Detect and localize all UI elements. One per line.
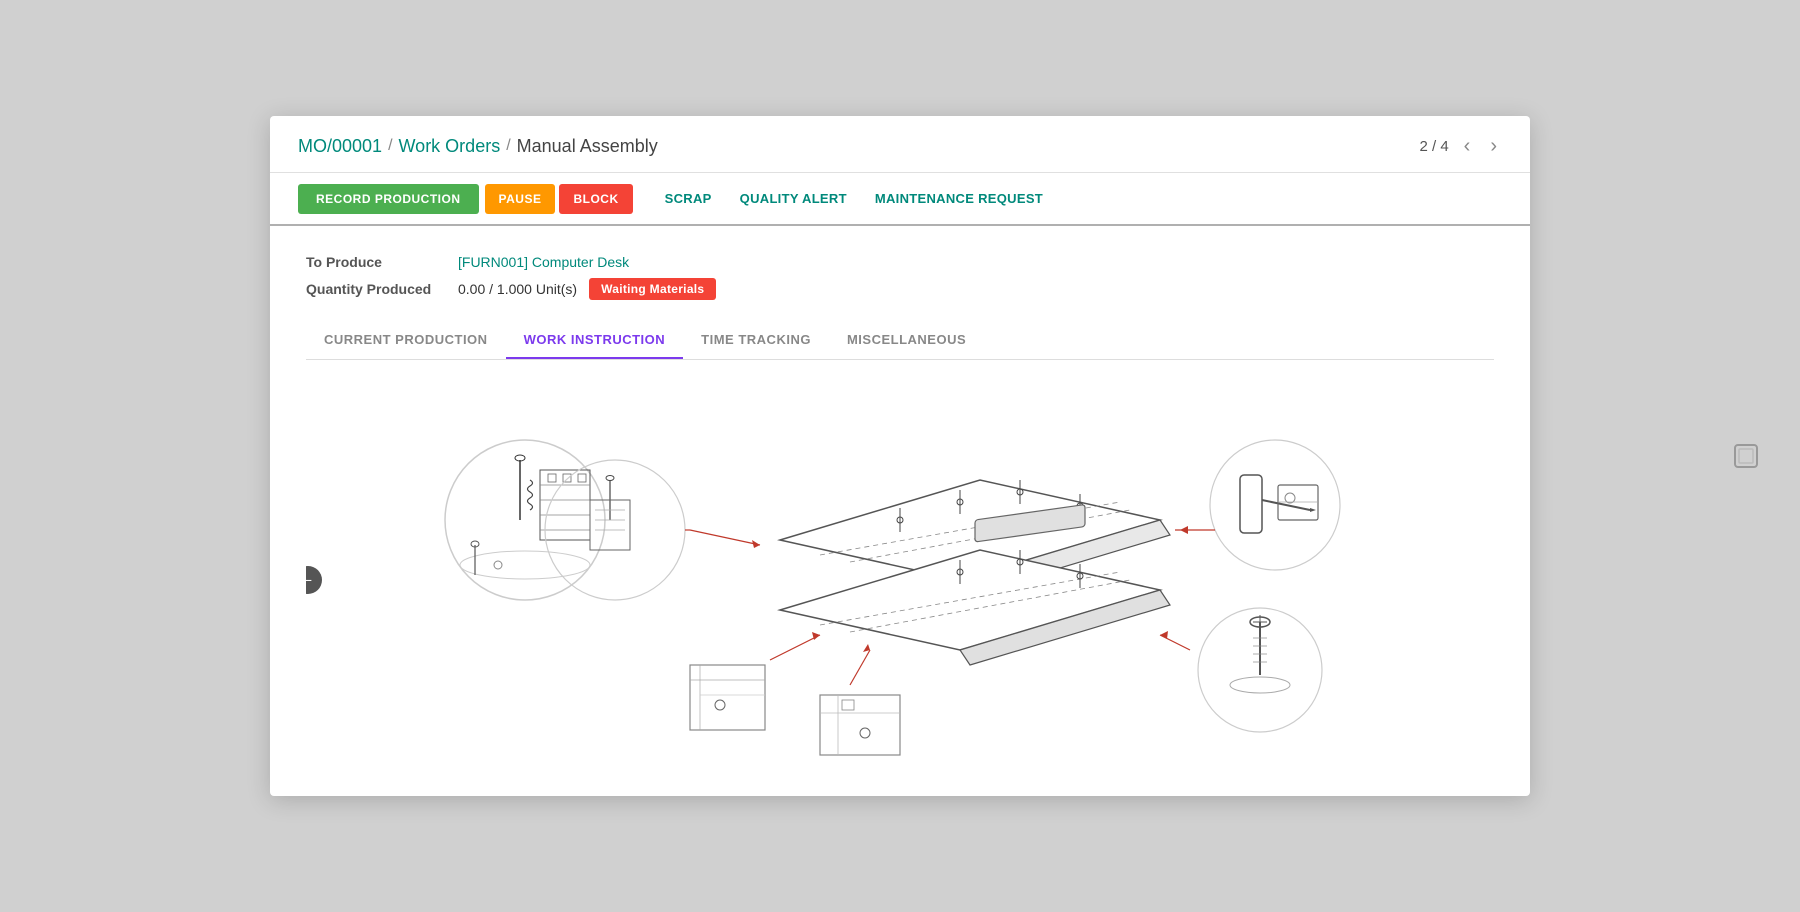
tabs: CURRENT PRODUCTION WORK INSTRUCTION TIME… <box>306 322 1494 360</box>
maintenance-request-button[interactable]: MAINTENANCE REQUEST <box>861 183 1057 214</box>
quantity-label: Quantity Produced <box>306 281 446 297</box>
quantity-value: 0.00 / 1.000 Unit(s) <box>458 281 577 297</box>
breadcrumb-sep-1: / <box>388 137 392 155</box>
quantity-row: Quantity Produced 0.00 / 1.000 Unit(s) W… <box>306 278 1494 300</box>
tab-miscellaneous[interactable]: MISCELLANEOUS <box>829 322 984 359</box>
waiting-materials-badge: Waiting Materials <box>589 278 716 300</box>
scrap-button[interactable]: SCRAP <box>651 183 726 214</box>
info-section: To Produce [FURN001] Computer Desk Quant… <box>306 254 1494 300</box>
nav-next-button[interactable]: › <box>1485 134 1502 158</box>
main-content: To Produce [FURN001] Computer Desk Quant… <box>270 226 1530 780</box>
instruction-area: − <box>306 380 1494 780</box>
nav-page-indicator: 2 / 4 <box>1419 138 1448 155</box>
nav-prev-button[interactable]: ‹ <box>1459 134 1476 158</box>
header: MO/00001 / Work Orders / Manual Assembly… <box>270 116 1530 173</box>
nav-controls: 2 / 4 ‹ › <box>1419 134 1502 158</box>
breadcrumb: MO/00001 / Work Orders / Manual Assembly <box>298 136 658 157</box>
to-produce-row: To Produce [FURN001] Computer Desk <box>306 254 1494 270</box>
pause-button[interactable]: PAUSE <box>485 184 556 214</box>
breadcrumb-work-orders[interactable]: Work Orders <box>399 136 501 157</box>
tab-current-production[interactable]: CURRENT PRODUCTION <box>306 322 506 359</box>
quality-alert-button[interactable]: QUALITY ALERT <box>726 183 861 214</box>
breadcrumb-mo[interactable]: MO/00001 <box>298 136 382 157</box>
tab-work-instruction[interactable]: WORK INSTRUCTION <box>506 322 684 359</box>
action-bar: RECORD PRODUCTION PAUSE BLOCK SCRAP QUAL… <box>270 173 1530 226</box>
tab-time-tracking[interactable]: TIME TRACKING <box>683 322 829 359</box>
assembly-diagram <box>420 390 1380 770</box>
to-produce-label: To Produce <box>306 254 446 270</box>
record-production-button[interactable]: RECORD PRODUCTION <box>298 184 479 214</box>
expand-icon <box>1733 443 1759 469</box>
block-button[interactable]: BLOCK <box>559 184 632 214</box>
to-produce-value[interactable]: [FURN001] Computer Desk <box>458 254 629 270</box>
side-toggle-button[interactable]: − <box>306 566 322 594</box>
breadcrumb-sep-2: / <box>506 137 510 155</box>
right-float-button[interactable] <box>1720 430 1772 482</box>
breadcrumb-manual-assembly: Manual Assembly <box>517 136 658 157</box>
